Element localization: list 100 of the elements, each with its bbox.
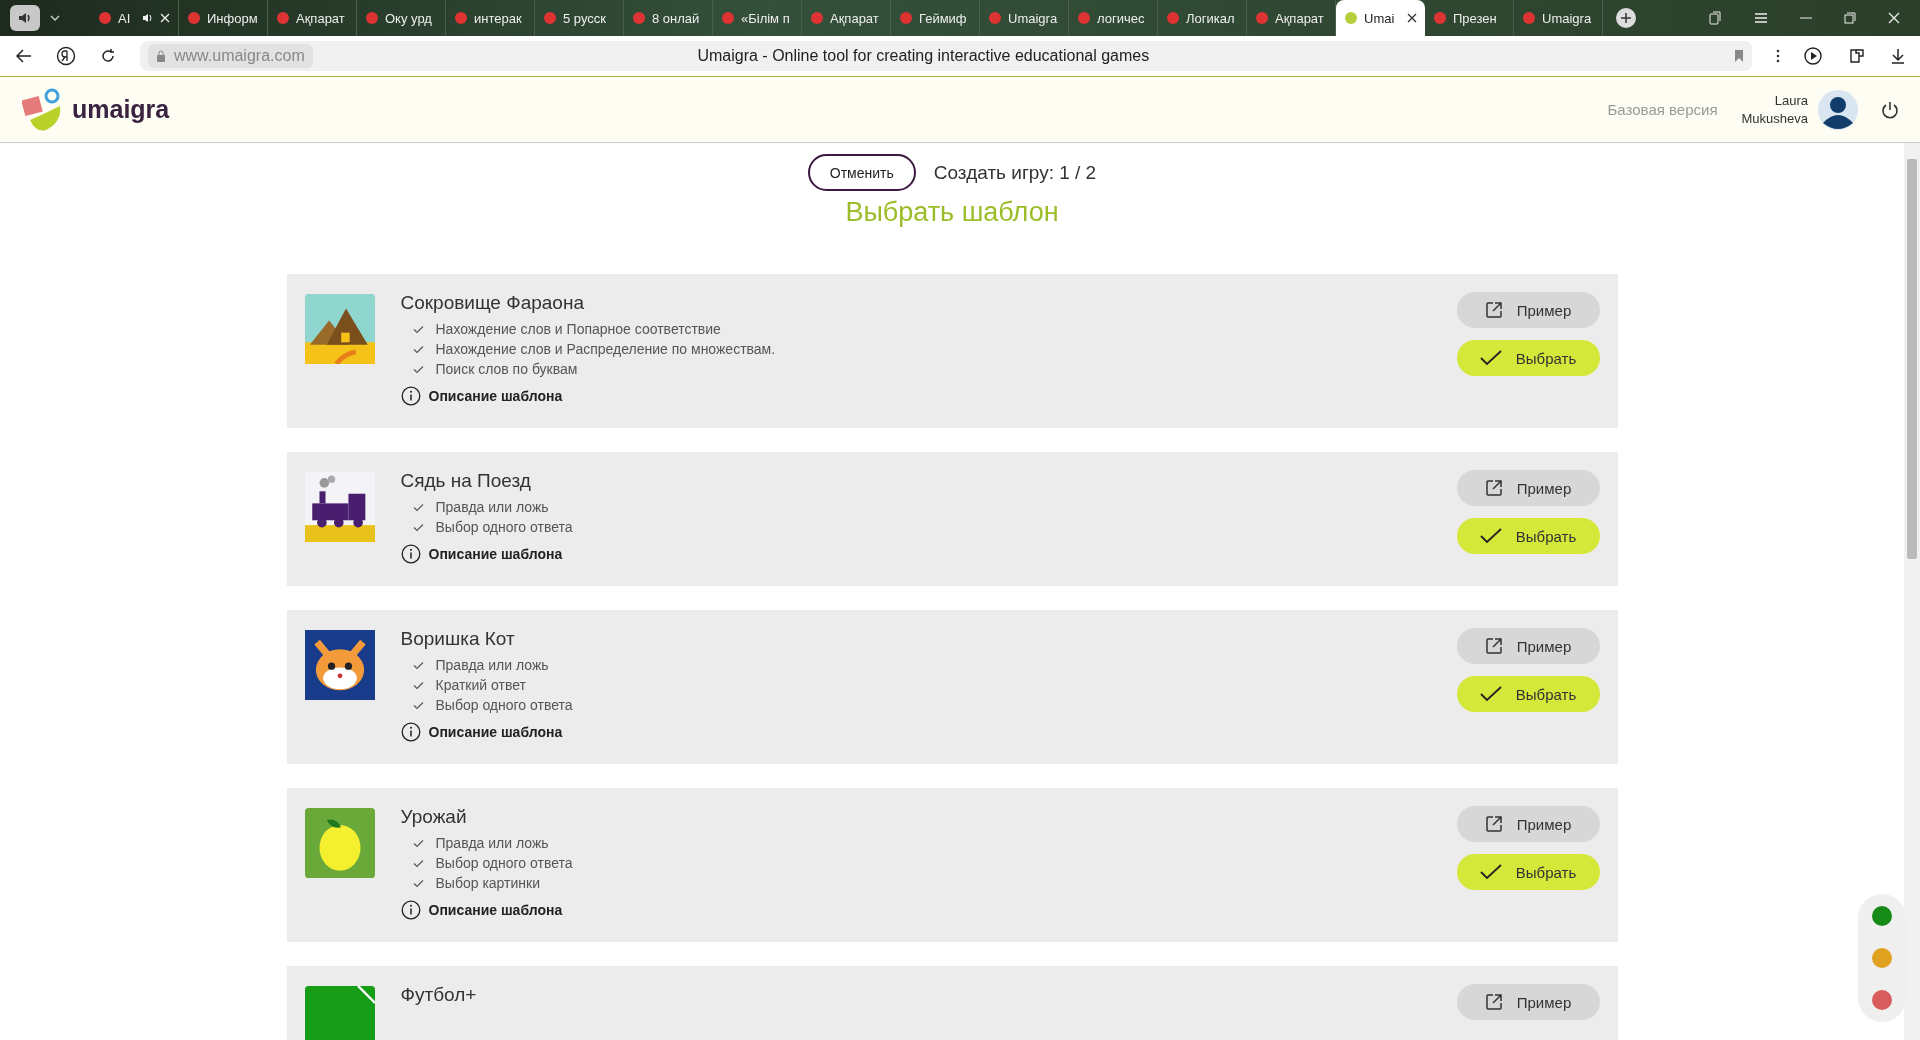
cat-drawing — [304, 630, 375, 700]
external-link-icon — [1484, 301, 1503, 319]
favicon-icon — [899, 11, 913, 25]
check-icon — [1479, 864, 1502, 880]
example-button[interactable]: Пример — [1456, 806, 1600, 842]
status-dot[interactable] — [1872, 906, 1892, 926]
template-title: Футбол+ — [400, 984, 478, 1006]
example-button[interactable]: Пример — [1456, 470, 1600, 506]
avatar-icon[interactable] — [1818, 89, 1858, 130]
select-button[interactable]: Выбрать — [1456, 854, 1600, 890]
browser-tab[interactable]: Ақпарат — [802, 0, 891, 36]
logo-text[interactable]: umaigra — [72, 95, 170, 124]
description-link[interactable]: Описание шаблона — [428, 724, 563, 740]
template-title: Сядь на Поезд — [400, 470, 532, 492]
play-icon[interactable] — [1804, 46, 1824, 66]
browser-tab[interactable]: Umaigra — [1514, 0, 1603, 36]
tab-title: AI — [118, 10, 132, 26]
external-link-icon — [1484, 637, 1503, 655]
browser-tab[interactable]: 5 русск — [535, 0, 624, 36]
favicon-icon — [98, 11, 112, 25]
bookmark-icon[interactable] — [1734, 49, 1744, 63]
favicon-icon — [1166, 11, 1180, 25]
new-tab-icon[interactable] — [1615, 7, 1637, 29]
browser-tab[interactable]: Umai — [1336, 0, 1425, 36]
close-icon[interactable] — [1407, 13, 1417, 23]
check-icon — [412, 680, 424, 690]
sound-button[interactable] — [10, 5, 40, 31]
speaker-icon[interactable] — [142, 12, 154, 24]
favicon-icon — [365, 11, 379, 25]
description-link[interactable]: Описание шаблона — [428, 902, 563, 918]
select-button[interactable]: Выбрать — [1456, 676, 1600, 712]
browser-logo-icon[interactable] — [56, 46, 76, 66]
browser-tab[interactable]: AI — [90, 0, 179, 36]
check-icon — [412, 838, 424, 848]
browser-tab[interactable]: Ақпарат — [268, 0, 357, 36]
feature-text: Нахождение слов и Попарное соответствие — [435, 320, 721, 339]
restore-icon[interactable] — [1844, 12, 1856, 24]
favicon-icon — [1255, 11, 1269, 25]
download-icon[interactable] — [1890, 48, 1906, 64]
tab-title: Оку урд — [385, 10, 433, 26]
browser-tab[interactable]: 8 онлай — [624, 0, 713, 36]
browser-tab[interactable]: логичес — [1069, 0, 1158, 36]
check-icon — [412, 344, 424, 354]
field-drawing — [304, 986, 375, 1040]
cancel-button[interactable]: Отменить — [807, 154, 916, 191]
template-title: Урожай — [400, 806, 468, 828]
template-title: Воришка Кот — [400, 628, 516, 650]
lock-icon — [156, 50, 166, 62]
user-first-name: Laura — [1774, 91, 1808, 110]
browser-tab[interactable]: Логикал — [1158, 0, 1247, 36]
menu-icon[interactable] — [1754, 12, 1768, 24]
browser-tab[interactable]: «Білім п — [713, 0, 802, 36]
feature-text: Выбор одного ответа — [435, 518, 573, 537]
feature-text: Правда или ложь — [435, 834, 549, 853]
more-icon[interactable] — [1776, 49, 1780, 63]
description-link[interactable]: Описание шаблона — [428, 546, 563, 562]
feature-text: Поиск слов по буквам — [435, 360, 578, 379]
favicon-icon — [632, 11, 646, 25]
check-icon — [1479, 686, 1502, 702]
favicon-icon — [1522, 11, 1536, 25]
browser-tab[interactable]: Оку урд — [357, 0, 446, 36]
browser-tab[interactable]: интерак — [446, 0, 535, 36]
feature-text: Правда или ложь — [435, 498, 549, 517]
favicon-icon — [988, 11, 1002, 25]
example-button[interactable]: Пример — [1456, 292, 1600, 328]
example-button[interactable]: Пример — [1456, 628, 1600, 664]
example-button[interactable]: Пример — [1456, 984, 1600, 1020]
check-icon — [1479, 350, 1502, 366]
reload-icon[interactable] — [100, 48, 116, 64]
select-button[interactable]: Выбрать — [1456, 518, 1600, 554]
browser-tab[interactable]: Презен — [1425, 0, 1514, 36]
tab-title: Логикал — [1186, 10, 1236, 26]
extensions-icon[interactable] — [1848, 47, 1866, 65]
check-icon — [412, 522, 424, 532]
scrollbar[interactable] — [1904, 143, 1920, 1040]
description-link[interactable]: Описание шаблона — [428, 388, 563, 404]
chevron-down-icon[interactable] — [50, 15, 60, 21]
browser-tab[interactable]: Umaigra — [980, 0, 1069, 36]
tab-title: 8 онлай — [652, 10, 701, 26]
tab-title: Umai — [1364, 10, 1396, 26]
back-icon[interactable] — [16, 49, 32, 63]
check-icon — [412, 660, 424, 670]
feature-text: Нахождение слов и Распределение по множествам. — [435, 340, 776, 359]
feature-text: Краткий ответ — [435, 676, 526, 695]
select-button[interactable]: Выбрать — [1456, 340, 1600, 376]
address-bar[interactable]: www.umaigra.com Umaigra - Online tool for creating interactive educational games — [140, 41, 1752, 71]
status-dot[interactable] — [1872, 990, 1892, 1010]
check-icon — [412, 364, 424, 374]
status-dot[interactable] — [1872, 948, 1892, 968]
tab-title: интерак — [474, 10, 523, 26]
favicon-icon — [721, 11, 735, 25]
browser-tab[interactable]: Информ — [179, 0, 268, 36]
info-icon — [400, 544, 421, 564]
power-icon[interactable] — [1880, 99, 1900, 120]
collections-icon[interactable] — [1708, 11, 1722, 25]
favicon-icon — [1433, 11, 1447, 25]
check-icon — [412, 878, 424, 888]
page-title: Umaigra - Online tool for creating interactive educational games — [696, 47, 1151, 65]
browser-tab[interactable]: Геймиф — [891, 0, 980, 36]
tab-title: Геймиф — [919, 10, 968, 26]
